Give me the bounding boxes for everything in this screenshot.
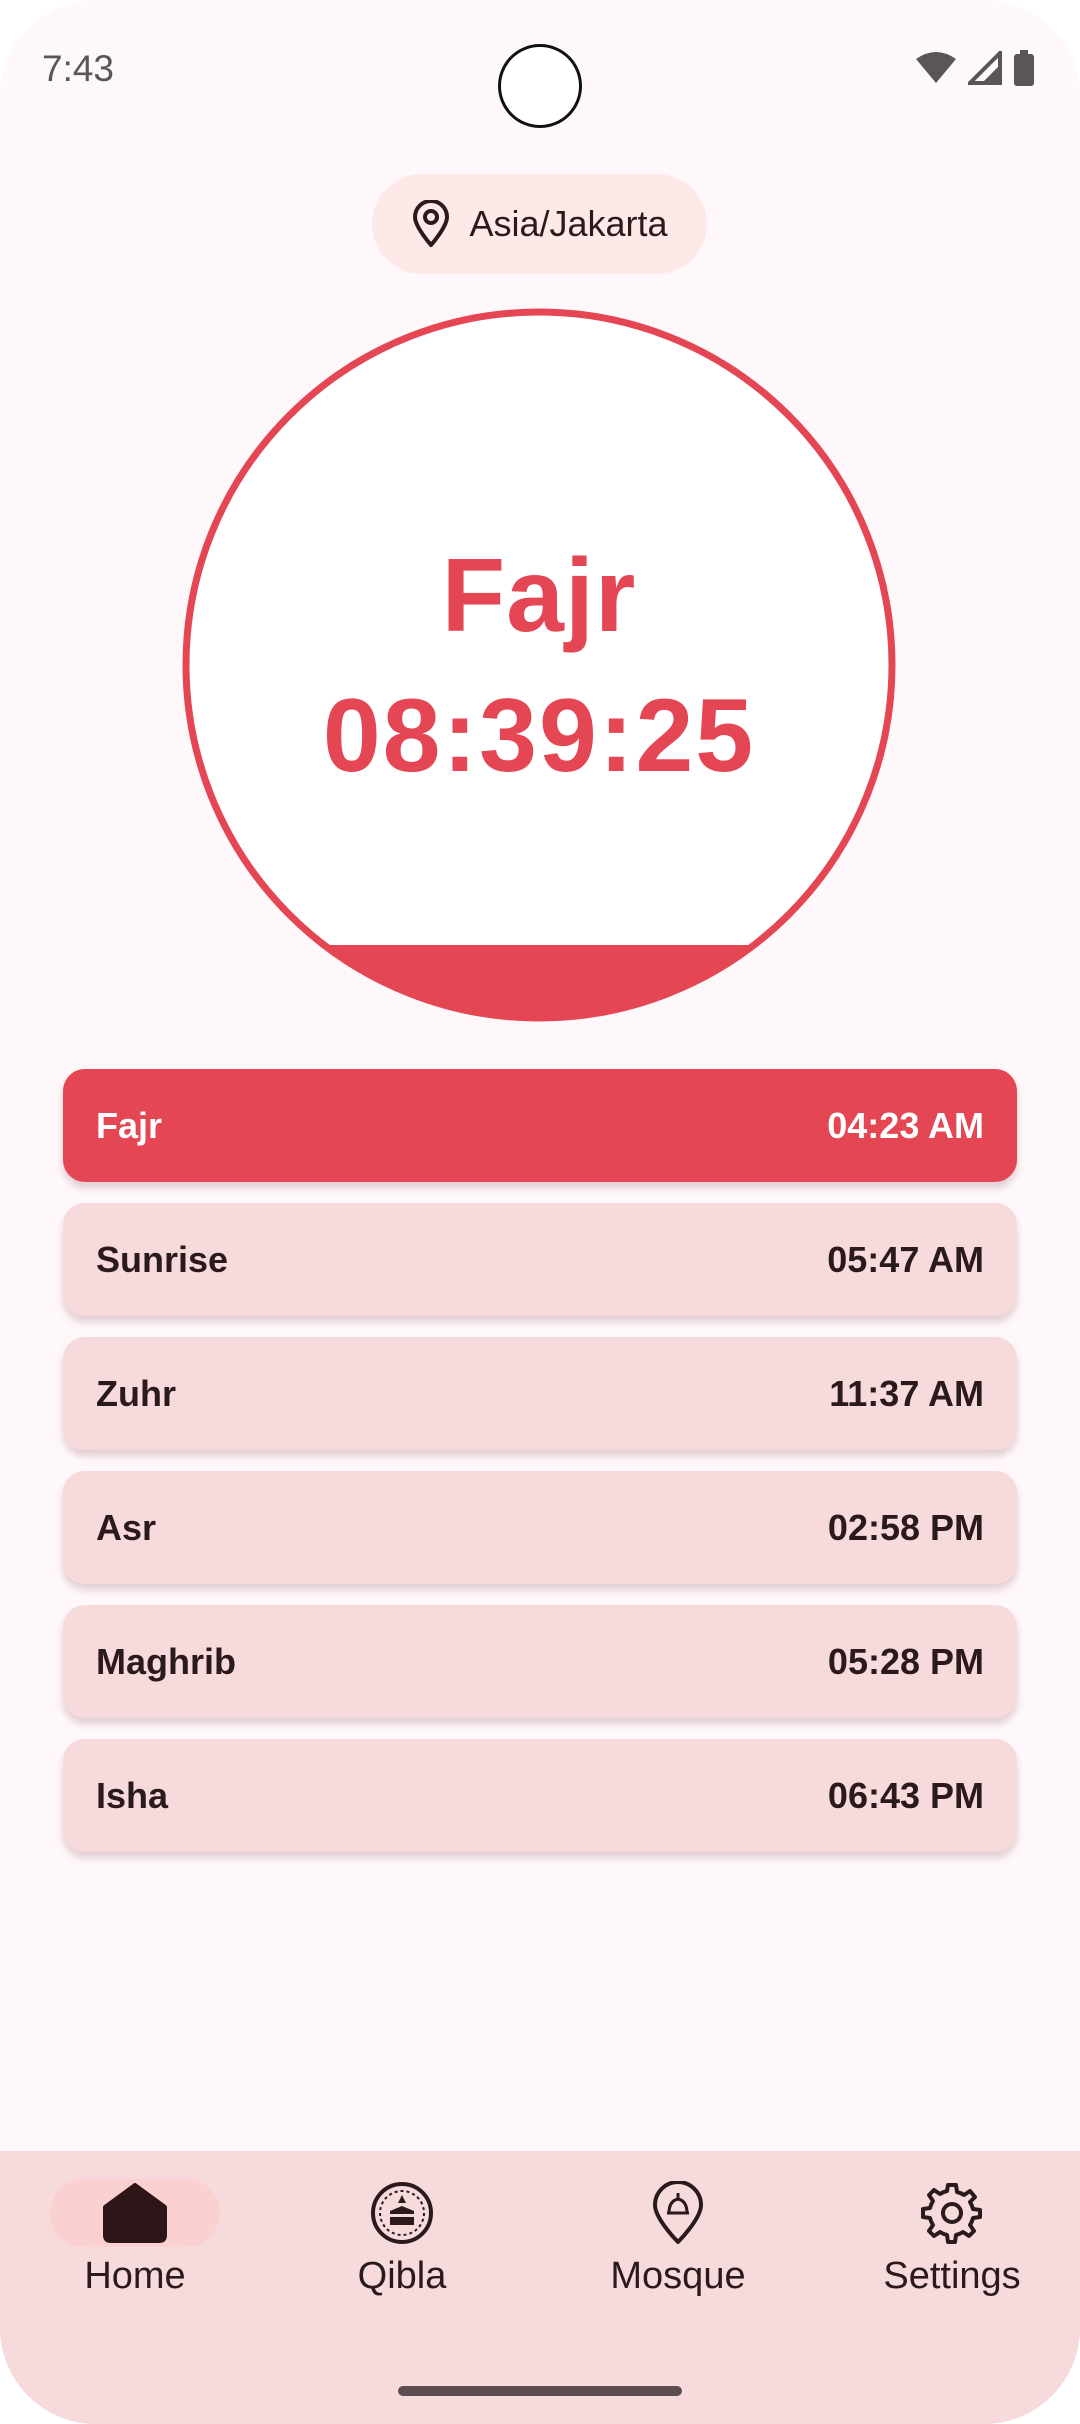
nav-home-indicator xyxy=(50,2179,220,2247)
status-time: 7:43 xyxy=(42,48,115,89)
prayer-row-name: Sunrise xyxy=(96,1238,229,1280)
prayer-row-maghrib[interactable]: Maghrib 05:28 PM xyxy=(63,1605,1017,1718)
prayer-times-list: Fajr 04:23 AM Sunrise 05:47 AM Zuhr 11:3… xyxy=(63,1069,1017,1873)
prayer-row-name: Maghrib xyxy=(96,1640,236,1682)
gear-icon xyxy=(921,2183,982,2244)
prayer-row-zuhr[interactable]: Zuhr 11:37 AM xyxy=(63,1337,1017,1450)
prayer-row-time: 11:37 AM xyxy=(829,1372,984,1414)
countdown-progress-fill xyxy=(184,945,894,1020)
bottom-navigation: Home Qibla Mosque Settings xyxy=(0,2151,1080,2424)
nav-qibla-label: Qibla xyxy=(357,2255,447,2297)
wifi-icon xyxy=(916,52,956,83)
prayer-row-sunrise[interactable]: Sunrise 05:47 AM xyxy=(63,1203,1017,1316)
next-prayer-countdown: 08:39:25 xyxy=(322,678,756,794)
battery-icon xyxy=(1014,50,1034,86)
camera-cutout xyxy=(498,44,582,128)
app-screen: 7:43 Asia/Jakarta Fajr 08:39:25 Fajr 04:… xyxy=(0,0,1080,2424)
prayer-row-time: 04:23 AM xyxy=(827,1104,984,1146)
home-gesture-bar[interactable] xyxy=(398,2386,682,2396)
prayer-row-asr[interactable]: Asr 02:58 PM xyxy=(63,1471,1017,1584)
prayer-row-fajr[interactable]: Fajr 04:23 AM xyxy=(63,1069,1017,1182)
location-selector[interactable]: Asia/Jakarta xyxy=(372,174,707,274)
prayer-row-time: 05:28 PM xyxy=(827,1640,984,1682)
nav-home-label: Home xyxy=(84,2255,186,2297)
nav-settings-icon-wrap xyxy=(867,2179,1037,2247)
status-icons xyxy=(916,50,1034,86)
countdown-ring xyxy=(182,308,896,1022)
signal-icon xyxy=(968,51,1002,85)
location-pin-icon xyxy=(413,200,450,247)
nav-qibla[interactable]: Qibla xyxy=(267,2151,537,2331)
prayer-row-time: 02:58 PM xyxy=(827,1506,984,1548)
prayer-row-name: Zuhr xyxy=(96,1372,176,1414)
prayer-row-name: Fajr xyxy=(96,1104,163,1146)
prayer-row-time: 06:43 PM xyxy=(827,1774,984,1816)
kaaba-compass-icon xyxy=(371,2182,433,2244)
nav-mosque-icon-wrap xyxy=(593,2179,763,2247)
nav-mosque-label: Mosque xyxy=(610,2255,746,2297)
location-label: Asia/Jakarta xyxy=(469,203,668,244)
nav-settings-label: Settings xyxy=(883,2255,1021,2297)
prayer-row-name: Asr xyxy=(96,1506,157,1548)
nav-qibla-icon-wrap xyxy=(317,2179,487,2247)
nav-mosque[interactable]: Mosque xyxy=(543,2151,813,2331)
nav-settings[interactable]: Settings xyxy=(817,2151,1080,2331)
prayer-row-time: 05:47 AM xyxy=(827,1238,984,1280)
home-icon xyxy=(103,2183,167,2243)
mosque-pin-icon xyxy=(653,2181,703,2244)
prayer-countdown-circle: Fajr 08:39:25 xyxy=(181,307,897,1023)
prayer-row-name: Isha xyxy=(96,1774,169,1816)
nav-home[interactable]: Home xyxy=(0,2151,270,2331)
prayer-row-isha[interactable]: Isha 06:43 PM xyxy=(63,1739,1017,1852)
next-prayer-name: Fajr xyxy=(441,538,637,654)
